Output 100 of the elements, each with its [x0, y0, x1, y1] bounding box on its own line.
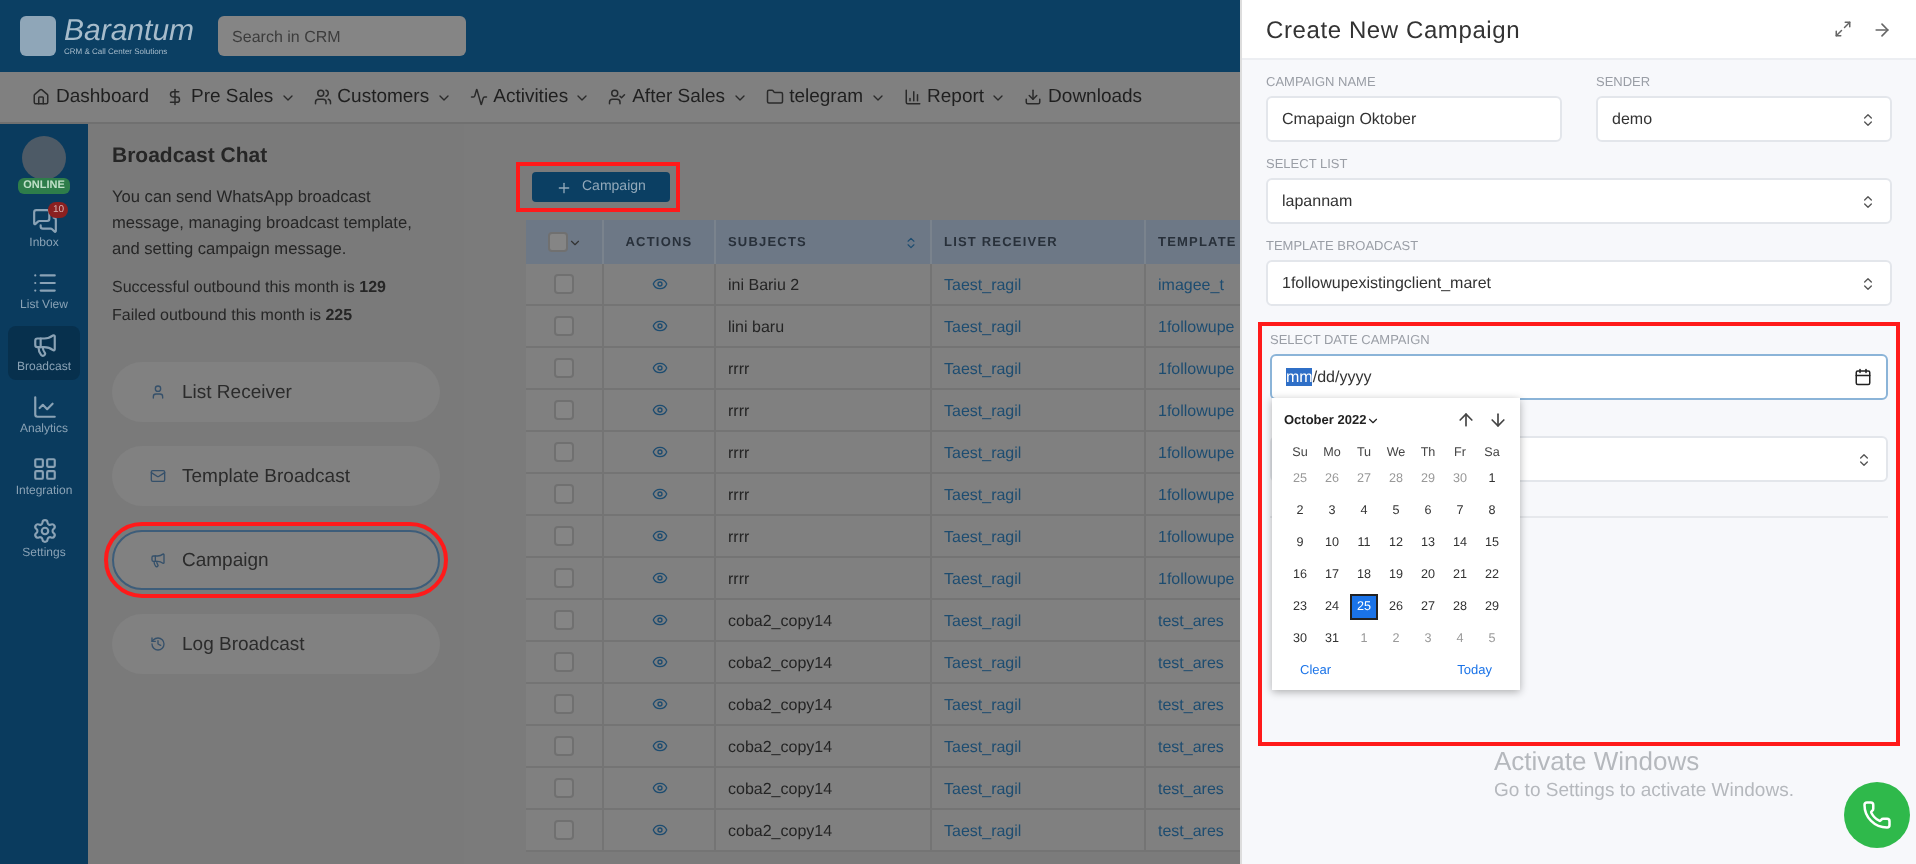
logo-icon	[20, 16, 56, 56]
nav-item[interactable]: Pre Sales	[166, 86, 296, 108]
sidebar-icon	[31, 332, 57, 358]
nav-icon	[765, 88, 784, 106]
table-cell: 1followupe	[1146, 558, 1240, 600]
sidebar-icon	[31, 208, 57, 234]
table-cell: Taest_ragil	[932, 348, 1146, 390]
nav-icon	[469, 88, 488, 106]
table-cell: Taest_ragil	[932, 516, 1146, 558]
caret-icon	[1366, 413, 1381, 427]
menu-item[interactable]: Log Broadcast	[112, 614, 440, 674]
stat-line: Successful outbound this month is 129	[112, 278, 388, 296]
select-field[interactable]: 1followupexistingclient_maret	[1266, 260, 1892, 306]
view-icon[interactable]	[651, 696, 667, 712]
nav-icon	[313, 88, 332, 106]
nav-item[interactable]: Report	[903, 86, 1007, 108]
view-icon[interactable]	[651, 444, 667, 460]
nav-item[interactable]: Customers	[313, 86, 452, 108]
table-cell: 1followupe	[1146, 306, 1240, 348]
view-icon[interactable]	[651, 528, 667, 544]
nav-icon	[32, 88, 50, 106]
select-all-checkbox[interactable]	[547, 232, 567, 252]
table-cell: test_ares	[1146, 600, 1240, 642]
table-cell: Taest_ragil	[932, 600, 1146, 642]
table-cell: Taest_ragil	[932, 642, 1146, 684]
stat-line: Failed outbound this month is 225	[112, 306, 355, 324]
activation-notice-text: Go to Settings to activate Windows.	[1494, 780, 1794, 802]
table-cell: Taest_ragil	[932, 264, 1146, 306]
view-icon[interactable]	[651, 780, 667, 796]
table-cell: coba2_copy14	[716, 600, 932, 642]
view-icon[interactable]	[651, 360, 667, 376]
table-cell: coba2_copy14	[716, 810, 932, 852]
table-cell: Taest_ragil	[932, 810, 1146, 852]
section-title: Broadcast Chat	[112, 144, 270, 168]
date-field[interactable]: mm/dd/yyyy	[1270, 354, 1888, 400]
view-icon[interactable]	[651, 822, 667, 838]
view-icon[interactable]	[651, 402, 667, 418]
arrow-up-icon[interactable]	[1456, 410, 1476, 430]
view-icon[interactable]	[651, 318, 667, 334]
table-cell: Taest_ragil	[932, 558, 1146, 600]
panel-title: Create New Campaign	[1266, 15, 1521, 43]
select-arrows-icon	[1856, 451, 1872, 467]
nav-item[interactable]: telegram	[765, 86, 886, 108]
calendar-icon[interactable]	[1854, 368, 1872, 386]
nav-icon	[608, 88, 627, 106]
select-arrows-icon	[1860, 111, 1876, 127]
table-cell: coba2_copy14	[716, 684, 932, 726]
table-cell: test_ares	[1146, 768, 1240, 810]
nav-item[interactable]: After Sales	[608, 86, 748, 108]
table-cell: rrrr	[716, 348, 932, 390]
expand-icon[interactable]	[1834, 19, 1852, 37]
phone-icon	[1862, 800, 1892, 830]
view-icon[interactable]	[651, 612, 667, 628]
table-cell: rrrr	[716, 390, 932, 432]
table-cell: 1followupe	[1146, 432, 1240, 474]
view-icon[interactable]	[651, 486, 667, 502]
arrow-right-icon[interactable]	[1872, 19, 1892, 39]
table-cell: test_ares	[1146, 642, 1240, 684]
view-icon[interactable]	[651, 654, 667, 670]
table-cell: test_ares	[1146, 726, 1240, 768]
sidebar-icon	[31, 518, 57, 544]
menu-item[interactable]: Template Broadcast	[112, 446, 440, 506]
table-cell: Taest_ragil	[932, 768, 1146, 810]
arrow-down-icon[interactable]	[1488, 410, 1508, 430]
sidebar-icon	[31, 270, 57, 296]
view-icon[interactable]	[651, 738, 667, 754]
table-cell: Taest_ragil	[932, 306, 1146, 348]
table-cell: rrrr	[716, 474, 932, 516]
nav-item[interactable]: Activities	[469, 86, 591, 108]
table-cell: rrrr	[716, 558, 932, 600]
plus-icon	[556, 179, 572, 195]
table-cell: ini Bariu 2	[716, 264, 932, 306]
logo-name: Barantum	[64, 16, 195, 46]
select-field[interactable]: lapannam	[1266, 178, 1892, 224]
table-cell: lini baru	[716, 306, 932, 348]
table-cell: coba2_copy14	[716, 726, 932, 768]
select-all-header[interactable]	[526, 220, 604, 264]
select-arrows-icon	[1860, 275, 1876, 291]
table-cell: Taest_ragil	[932, 390, 1146, 432]
chevron-down-icon	[567, 235, 581, 249]
table-cell: rrrr	[716, 516, 932, 558]
menu-item[interactable]: List Receiver	[112, 362, 440, 422]
table-cell: 1followupe	[1146, 474, 1240, 516]
activation-notice-title: Activate Windows	[1494, 746, 1702, 776]
table-cell: Taest_ragil	[932, 726, 1146, 768]
search-field[interactable]: Search in CRM	[218, 16, 467, 56]
nav-item[interactable]: Downloads	[1024, 86, 1143, 108]
table-cell: Taest_ragil	[932, 684, 1146, 726]
menu-icon	[150, 636, 166, 652]
table-cell: rrrr	[716, 432, 932, 474]
view-icon[interactable]	[651, 570, 667, 586]
text-field[interactable]: Cmapaign Oktober	[1266, 96, 1562, 142]
nav-item[interactable]: Dashboard	[32, 86, 149, 108]
nav-icon	[166, 88, 185, 106]
menu-icon	[150, 552, 166, 568]
section-description: You can send WhatsApp broadcast message, managing broadcast template, and setting campaign message.	[112, 184, 414, 262]
sort-icon	[904, 235, 918, 249]
select-field[interactable]: demo	[1596, 96, 1892, 142]
view-icon[interactable]	[651, 276, 667, 292]
table-cell: Taest_ragil	[932, 474, 1146, 516]
